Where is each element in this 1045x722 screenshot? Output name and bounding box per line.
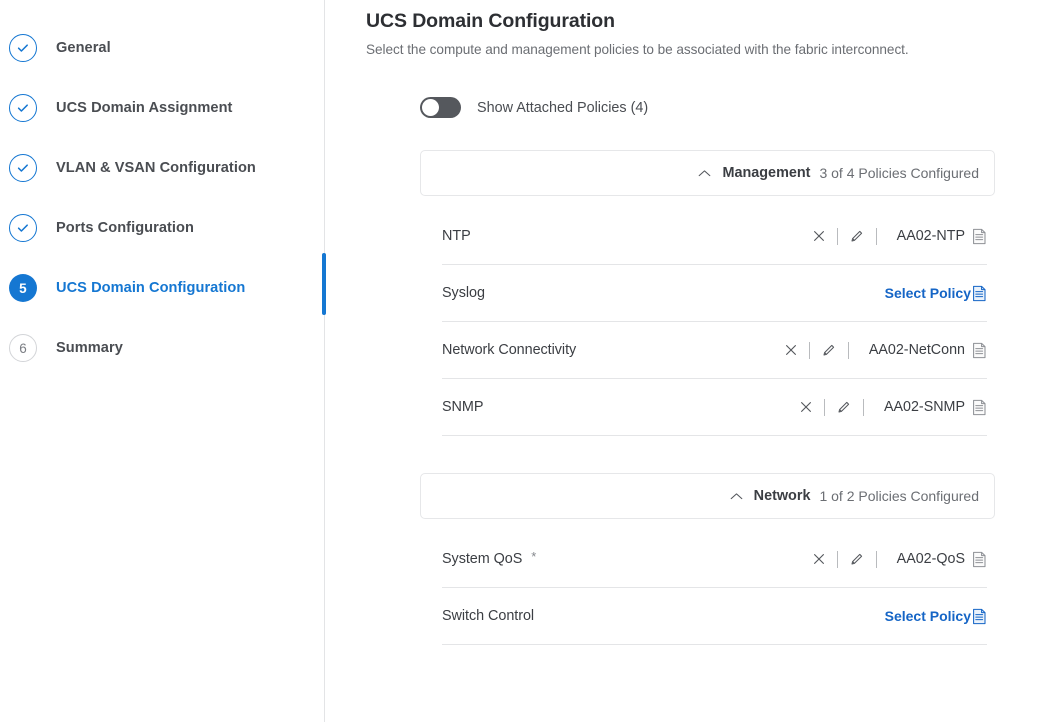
- policy-section-network: Network 1 of 2 Policies Configured Syste…: [420, 473, 995, 645]
- policy-value: AA02-QoS: [896, 551, 965, 567]
- show-attached-policies-toggle[interactable]: [420, 97, 461, 118]
- sidebar-item-ucs-domain-assignment[interactable]: UCS Domain Assignment: [0, 78, 325, 138]
- step-check-icon: [9, 214, 37, 242]
- sidebar-item-ucs-domain-configuration[interactable]: 5 UCS Domain Configuration: [0, 258, 325, 318]
- policy-actions: AA02-SNMP: [799, 398, 987, 416]
- divider: [836, 227, 838, 245]
- page-subtitle: Select the compute and management polici…: [366, 42, 909, 57]
- check-icon: [17, 44, 28, 52]
- step-check-icon: [9, 94, 37, 122]
- step-number-badge: 6: [9, 334, 37, 362]
- table-row: System QoS * AA02-QoS: [442, 531, 987, 588]
- divider: [847, 341, 849, 359]
- policy-actions: AA02-QoS: [812, 550, 987, 568]
- wizard-step-sidebar: General UCS Domain Assignment VLAN & VSA…: [0, 0, 326, 722]
- required-marker: *: [531, 548, 537, 564]
- close-icon[interactable]: [812, 552, 826, 566]
- select-policy-link[interactable]: Select Policy: [885, 285, 971, 301]
- divider: [862, 398, 864, 416]
- policy-list-icon[interactable]: [972, 551, 987, 568]
- policy-sections: Management 3 of 4 Policies Configured NT…: [366, 150, 1023, 645]
- sidebar-item-label: UCS Domain Assignment: [56, 100, 233, 116]
- sidebar-item-summary[interactable]: 6 Summary: [0, 318, 325, 378]
- divider: [836, 550, 838, 568]
- section-status: 3 of 4 Policies Configured: [819, 165, 979, 181]
- section-status: 1 of 2 Policies Configured: [819, 488, 979, 504]
- check-icon: [17, 104, 28, 112]
- chevron-up-icon: [730, 492, 743, 501]
- policy-section-management: Management 3 of 4 Policies Configured NT…: [420, 150, 995, 436]
- sidebar-item-label: Ports Configuration: [56, 220, 194, 236]
- policy-name: Network Connectivity: [442, 342, 577, 358]
- sidebar-item-vlan-vsan-configuration[interactable]: VLAN & VSAN Configuration: [0, 138, 325, 198]
- policy-list-icon[interactable]: [972, 228, 987, 245]
- sidebar-item-label: VLAN & VSAN Configuration: [56, 160, 256, 176]
- policy-value: AA02-NTP: [896, 228, 965, 244]
- table-row: NTP AA02-NTP: [442, 208, 987, 265]
- policy-name: NTP: [442, 228, 471, 244]
- pencil-icon[interactable]: [821, 342, 837, 358]
- policy-actions: Select Policy: [885, 608, 987, 625]
- policy-list-icon[interactable]: [972, 608, 987, 625]
- section-title: Network: [753, 488, 811, 504]
- policy-list-icon[interactable]: [972, 285, 987, 302]
- table-row: Syslog Select Policy: [442, 265, 987, 322]
- check-icon: [17, 164, 28, 172]
- policy-name: System QoS *: [442, 548, 537, 568]
- divider: [823, 398, 825, 416]
- check-icon: [17, 224, 28, 232]
- close-icon[interactable]: [799, 400, 813, 414]
- policy-rows-network: System QoS * AA02-QoS Switch Control Sel…: [420, 531, 995, 645]
- table-row: SNMP AA02-SNMP: [442, 379, 987, 436]
- policy-list-icon[interactable]: [972, 399, 987, 416]
- policy-list-icon[interactable]: [972, 342, 987, 359]
- show-attached-policies-row: Show Attached Policies (4): [366, 97, 1023, 118]
- policy-name: Switch Control: [442, 608, 535, 624]
- policy-actions: AA02-NTP: [812, 227, 987, 245]
- wizard-page: General UCS Domain Assignment VLAN & VSA…: [0, 0, 1045, 722]
- divider: [808, 341, 810, 359]
- policy-rows-management: NTP AA02-NTP Syslog Select Policy Networ…: [420, 208, 995, 436]
- sidebar-item-label: General: [56, 40, 111, 56]
- page-title: UCS Domain Configuration: [366, 10, 615, 32]
- step-check-icon: [9, 154, 37, 182]
- policy-name: Syslog: [442, 285, 485, 301]
- table-row: Network Connectivity AA02-NetConn: [442, 322, 987, 379]
- table-row: Switch Control Select Policy: [442, 588, 987, 645]
- close-icon[interactable]: [784, 343, 798, 357]
- sidebar-item-label: Summary: [56, 340, 123, 356]
- section-title: Management: [722, 165, 811, 181]
- sidebar-item-general[interactable]: General: [0, 18, 325, 78]
- pencil-icon[interactable]: [849, 228, 865, 244]
- section-header-network[interactable]: Network 1 of 2 Policies Configured: [420, 473, 995, 519]
- policy-value: AA02-NetConn: [868, 342, 965, 358]
- main-content: UCS Domain Configuration Select the comp…: [325, 0, 1045, 722]
- policy-actions: Select Policy: [885, 285, 987, 302]
- sidebar-item-ports-configuration[interactable]: Ports Configuration: [0, 198, 325, 258]
- policy-value: AA02-SNMP: [883, 399, 965, 415]
- policy-actions: AA02-NetConn: [784, 341, 987, 359]
- select-policy-link[interactable]: Select Policy: [885, 608, 971, 624]
- pencil-icon[interactable]: [836, 399, 852, 415]
- divider: [875, 227, 877, 245]
- divider: [875, 550, 877, 568]
- chevron-up-icon: [698, 169, 711, 178]
- policy-name-text: System QoS: [442, 551, 523, 567]
- pencil-icon[interactable]: [849, 551, 865, 567]
- section-header-management[interactable]: Management 3 of 4 Policies Configured: [420, 150, 995, 196]
- step-number-badge: 5: [9, 274, 37, 302]
- close-icon[interactable]: [812, 229, 826, 243]
- sidebar-item-label: UCS Domain Configuration: [56, 280, 246, 296]
- toggle-knob: [422, 99, 439, 116]
- policy-name: SNMP: [442, 399, 484, 415]
- show-attached-policies-label: Show Attached Policies (4): [477, 99, 649, 116]
- step-check-icon: [9, 34, 37, 62]
